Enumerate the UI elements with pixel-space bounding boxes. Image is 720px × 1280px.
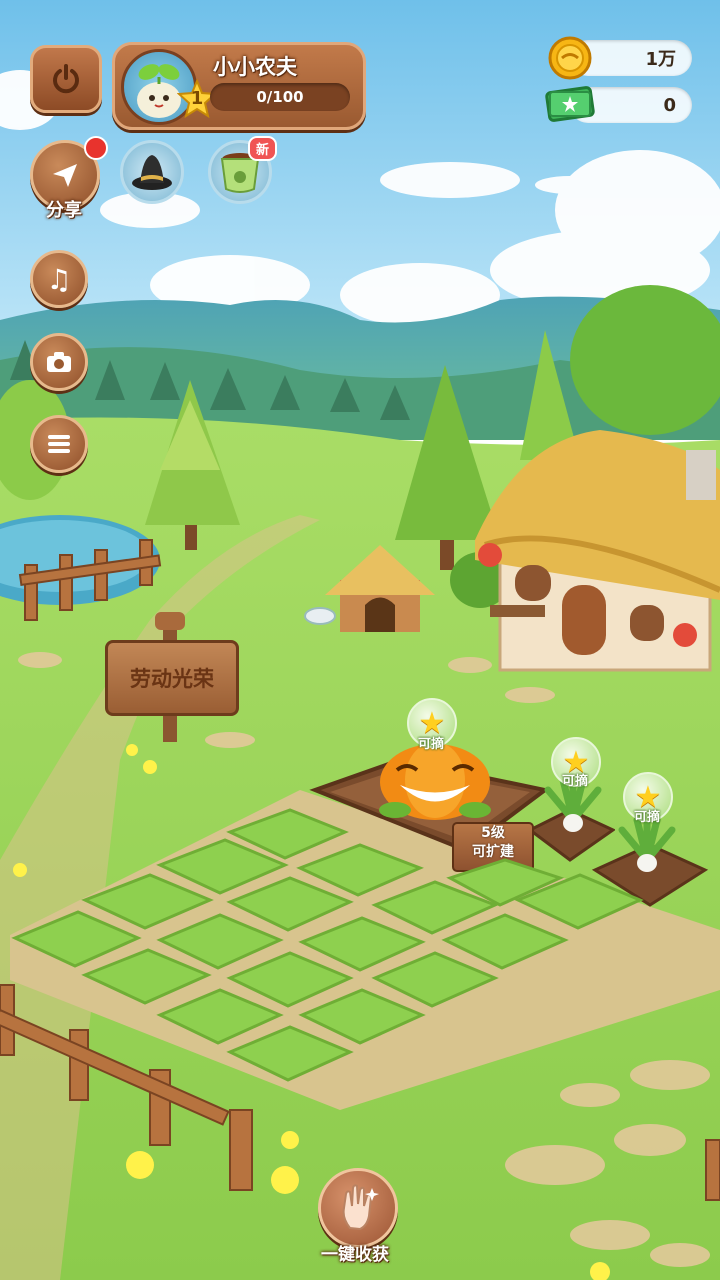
empty-plot [298, 916, 426, 972]
exp-bar: 0/100 [210, 83, 350, 111]
harvest-all-button[interactable] [318, 1168, 398, 1248]
camera-button[interactable] [30, 333, 88, 391]
empty-plot [296, 843, 424, 897]
share-notification-dot [84, 136, 108, 160]
menu-button[interactable] [30, 415, 88, 473]
hand-wave-icon [342, 1184, 379, 1231]
cash-icon [545, 86, 595, 122]
new-badge: 新 [248, 136, 278, 161]
sign-text: 劳动光荣 [130, 667, 214, 691]
share-label: 分享 [46, 200, 82, 221]
pick-label: 可摘 [562, 774, 589, 789]
costume-button[interactable] [120, 140, 184, 204]
farmer-hat-icon [132, 155, 172, 190]
empty-plot [226, 876, 354, 932]
pick-label: 可摘 [418, 737, 445, 752]
labor-honor-sign: 劳动光荣 [105, 612, 239, 742]
hamburger-menu-icon [48, 435, 70, 453]
harvest-all-label: 一键收获 [321, 1245, 389, 1265]
empty-plot [226, 951, 354, 1008]
music-button[interactable]: ♫ [30, 250, 88, 308]
cash-value: 0 [663, 94, 676, 116]
coin-value: 1万 [645, 49, 676, 70]
empty-plot [371, 951, 499, 1008]
empty-plot [81, 873, 214, 930]
player-profile-card[interactable]: 1 小小农夫 0/100 [112, 42, 366, 130]
empty-plot [156, 913, 284, 970]
empty-plot [441, 913, 569, 970]
music-note-icon: ♫ [46, 262, 72, 296]
power-button[interactable] [30, 45, 102, 113]
empty-plot [226, 1025, 354, 1082]
player-name: 小小农夫 [213, 55, 297, 79]
empty-plot [81, 948, 212, 1005]
power-icon [53, 64, 79, 94]
empty-plot [156, 988, 284, 1045]
empty-plot [298, 988, 426, 1045]
camera-icon [47, 352, 71, 372]
empty-plot [11, 910, 142, 968]
gold-coin-icon [548, 36, 592, 80]
exp-text: 0/100 [256, 88, 304, 106]
paper-plane-icon [53, 164, 77, 187]
farmland-grid-tiles [11, 808, 644, 1082]
